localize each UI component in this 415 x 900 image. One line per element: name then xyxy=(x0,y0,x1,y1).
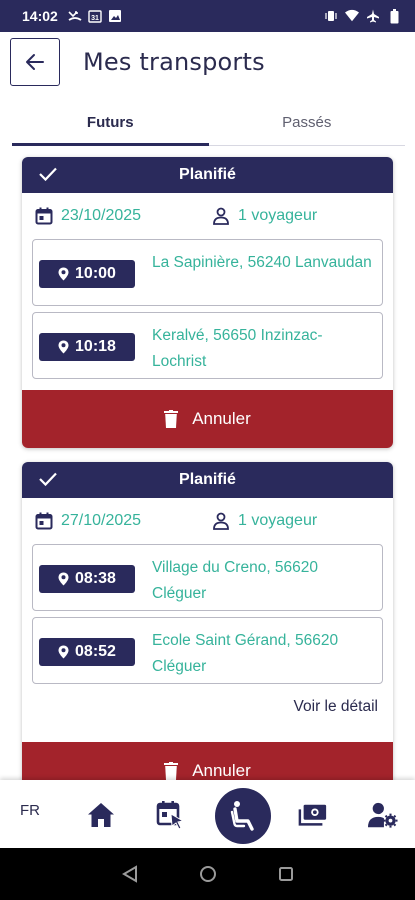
app-header: Mes transports xyxy=(0,32,415,96)
location-pin-icon xyxy=(58,645,69,659)
trip-passengers: 1 voyageur xyxy=(238,207,318,224)
bottom-navigation: FR xyxy=(0,780,415,848)
calendar-31-icon: 31 xyxy=(88,9,102,23)
user-settings-icon xyxy=(368,802,398,828)
trash-icon xyxy=(164,410,179,428)
trip-stop: 08:52 Ecole Saint Gérand, 56620 Cléguer xyxy=(32,617,383,684)
call-missed-icon xyxy=(68,9,82,23)
stop-time: 10:00 xyxy=(75,265,116,282)
airplane-icon xyxy=(366,9,380,23)
trash-icon xyxy=(164,762,179,780)
trips-list[interactable]: Planifié 23/10/2025 1 voyageur 10:00 La … xyxy=(0,148,415,780)
calendar-day-text: 31 xyxy=(91,15,99,22)
back-button[interactable] xyxy=(10,38,60,86)
ticket-money-icon xyxy=(298,804,327,826)
cancel-label: Annuler xyxy=(192,761,251,780)
language-selector[interactable]: FR xyxy=(20,802,40,819)
location-pin-icon xyxy=(58,572,69,586)
trip-meta: 27/10/2025 1 voyageur xyxy=(22,498,393,544)
page-title: Mes transports xyxy=(83,48,265,76)
stop-time-badge: 08:52 xyxy=(39,638,135,666)
trip-date: 23/10/2025 xyxy=(61,207,142,224)
calendar-icon xyxy=(35,512,53,530)
stop-address: La Sapinière, 56240 Lanvaudan xyxy=(152,254,372,271)
see-detail-link[interactable]: Voir le détail xyxy=(22,692,393,722)
cancel-label: Annuler xyxy=(192,409,251,428)
recents-square-icon[interactable] xyxy=(277,865,295,883)
trip-meta: 23/10/2025 1 voyageur xyxy=(22,193,393,239)
trip-status-header: Planifié xyxy=(22,157,393,193)
status-bar: 14:02 31 xyxy=(0,0,415,32)
trip-stop: 10:18 Keralvé, 56650 Inzinzac-Lochrist xyxy=(32,312,383,379)
stop-time: 08:52 xyxy=(75,643,116,660)
check-icon xyxy=(39,167,57,182)
vibrate-icon xyxy=(324,9,338,23)
stop-time-badge: 08:38 xyxy=(39,565,135,593)
home-circle-icon[interactable] xyxy=(199,865,217,883)
nav-booking[interactable] xyxy=(156,800,186,830)
trip-stop: 08:38 Village du Creno, 56620 Cléguer xyxy=(32,544,383,611)
location-pin-icon xyxy=(58,340,69,354)
trip-status: Planifié xyxy=(179,471,236,488)
stop-address: Keralvé, 56650 Inzinzac-Lochrist xyxy=(152,327,323,370)
trip-stop: 10:00 La Sapinière, 56240 Lanvaudan xyxy=(32,239,383,306)
stop-address: Ecole Saint Gérand, 56620 Cléguer xyxy=(152,632,339,675)
person-icon xyxy=(213,207,229,225)
wifi-icon xyxy=(345,9,359,23)
stop-time-badge: 10:18 xyxy=(39,333,135,361)
trip-status-header: Planifié xyxy=(22,462,393,498)
nav-payments[interactable] xyxy=(298,800,328,830)
nav-account[interactable] xyxy=(368,800,398,830)
calendar-booking-icon xyxy=(156,801,185,830)
calendar-icon xyxy=(35,207,53,225)
tab-bar: Futurs Passés xyxy=(12,100,405,146)
image-icon xyxy=(108,9,122,23)
tab-passes[interactable]: Passés xyxy=(209,100,406,145)
trip-card: Planifié 23/10/2025 1 voyageur 10:00 La … xyxy=(22,157,393,448)
trip-passengers: 1 voyageur xyxy=(238,512,318,529)
home-icon xyxy=(88,803,114,827)
back-triangle-icon[interactable] xyxy=(121,865,139,883)
wheelchair-icon xyxy=(230,801,254,831)
trip-card: Planifié 27/10/2025 1 voyageur 08:38 Vil… xyxy=(22,462,393,780)
status-time: 14:02 xyxy=(22,8,58,24)
stop-time: 08:38 xyxy=(75,570,116,587)
stop-time: 10:18 xyxy=(75,338,116,355)
battery-icon xyxy=(387,8,401,23)
system-navigation-bar xyxy=(0,848,415,900)
trip-status: Planifié xyxy=(179,166,236,183)
location-pin-icon xyxy=(58,267,69,281)
cancel-button[interactable]: Annuler xyxy=(22,742,393,780)
cancel-button[interactable]: Annuler xyxy=(22,390,393,448)
nav-transports[interactable] xyxy=(215,788,271,844)
nav-home[interactable] xyxy=(86,800,116,830)
person-icon xyxy=(213,512,229,530)
check-icon xyxy=(39,472,57,487)
tab-futurs[interactable]: Futurs xyxy=(12,100,209,146)
stop-time-badge: 10:00 xyxy=(39,260,135,288)
arrow-left-icon xyxy=(26,54,44,70)
stop-address: Village du Creno, 56620 Cléguer xyxy=(152,559,319,602)
trip-date: 27/10/2025 xyxy=(61,512,142,529)
